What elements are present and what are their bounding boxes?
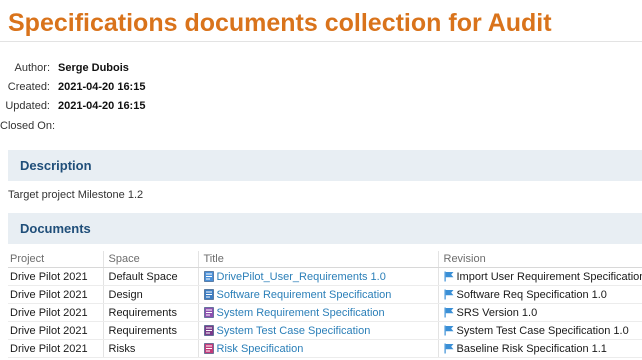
project-cell: Drive Pilot 2021	[8, 339, 103, 358]
documents-table: Project Space Title Revision Drive Pilot…	[8, 251, 642, 358]
table-row: Drive Pilot 2021 Requirements System Test …	[8, 321, 642, 340]
author-row: Author: Serge Dubois	[0, 60, 129, 76]
space-cell: Default Space	[102, 267, 198, 286]
table-row: Drive Pilot 2021 Default Space DrivePilot_…	[8, 267, 642, 286]
space-cell: Requirements	[102, 321, 198, 340]
revision-label: Baseline Risk Specification 1.1	[456, 342, 607, 355]
revision-label: System Test Case Specification 1.0	[456, 324, 629, 337]
table-row: Drive Pilot 2021 Design Software Requireme…	[8, 285, 642, 304]
document-title-link[interactable]: Software Requirement Specification	[217, 289, 392, 301]
title-cell: System Test Case Specification	[197, 321, 438, 340]
created-row: Created: 2021-04-20 16:15	[0, 79, 146, 95]
revision-label: SRS Version 1.0	[456, 306, 538, 319]
page: Specifications documents collection for …	[0, 0, 642, 360]
word-document-icon	[203, 270, 214, 282]
project-cell: Drive Pilot 2021	[8, 303, 103, 322]
revision-label: Import User Requirement Specification 1.…	[456, 270, 642, 283]
revision-cell: System Test Case Specification 1.0	[437, 321, 642, 340]
updated-label: Updated:	[5, 100, 50, 112]
author-label: Author:	[14, 62, 50, 74]
project-cell: Drive Pilot 2021	[8, 285, 103, 304]
space-cell: Risks	[102, 339, 198, 358]
title-divider	[0, 41, 642, 42]
space-cell: Design	[102, 285, 198, 304]
description-section-header: Description	[8, 150, 642, 181]
title-cell: DrivePilot_User_Requirements 1.0	[197, 267, 438, 286]
updated-row: Updated: 2021-04-20 16:15	[0, 98, 145, 114]
document-title-link[interactable]: System Test Case Specification	[217, 325, 371, 337]
document-title-link[interactable]: System Requirement Specification	[217, 307, 385, 319]
document-title-link[interactable]: DrivePilot_User_Requirements 1.0	[217, 271, 386, 283]
author-value: Serge Dubois	[58, 62, 129, 74]
flag-icon	[444, 343, 453, 353]
document-title-link[interactable]: Risk Specification	[217, 343, 304, 355]
title-cell: System Requirement Specification	[197, 303, 438, 322]
description-text: Target project Milestone 1.2	[8, 189, 144, 201]
column-header-project: Project	[8, 251, 103, 268]
table-row: Drive Pilot 2021 Requirements System Requi…	[8, 303, 642, 322]
flag-icon	[444, 289, 453, 299]
risk-spec-icon	[203, 342, 214, 354]
revision-label: Software Req Specification 1.0	[456, 288, 607, 301]
column-header-title: Title	[197, 251, 438, 268]
documents-table-header: Project Space Title Revision	[8, 251, 642, 268]
documents-section-header: Documents	[8, 213, 642, 244]
title-cell: Risk Specification	[197, 339, 438, 358]
flag-icon	[444, 325, 453, 335]
revision-cell: Software Req Specification 1.0	[437, 285, 642, 304]
software-spec-icon	[203, 288, 214, 300]
project-cell: Drive Pilot 2021	[8, 321, 103, 340]
updated-value: 2021-04-20 16:15	[58, 100, 146, 112]
documents-heading: Documents	[20, 221, 91, 236]
revision-cell: Baseline Risk Specification 1.1	[437, 339, 642, 358]
closed-on-row: Closed On:	[0, 118, 55, 134]
created-value: 2021-04-20 16:15	[58, 81, 146, 93]
table-row: Drive Pilot 2021 Risks Risk Specification B…	[8, 339, 642, 358]
revision-cell: SRS Version 1.0	[437, 303, 642, 322]
project-cell: Drive Pilot 2021	[8, 267, 103, 286]
page-title: Specifications documents collection for …	[8, 9, 552, 37]
created-label: Created:	[7, 81, 50, 93]
test-case-icon	[203, 324, 214, 336]
space-cell: Requirements	[102, 303, 198, 322]
flag-icon	[444, 271, 453, 281]
title-cell: Software Requirement Specification	[197, 285, 438, 304]
revision-cell: Import User Requirement Specification 1.…	[437, 267, 642, 286]
description-heading: Description	[20, 158, 92, 173]
column-header-revision: Revision	[437, 251, 642, 268]
system-spec-icon	[203, 306, 214, 318]
closed-on-label: Closed On:	[0, 120, 56, 132]
column-header-space: Space	[102, 251, 198, 268]
flag-icon	[444, 307, 453, 317]
